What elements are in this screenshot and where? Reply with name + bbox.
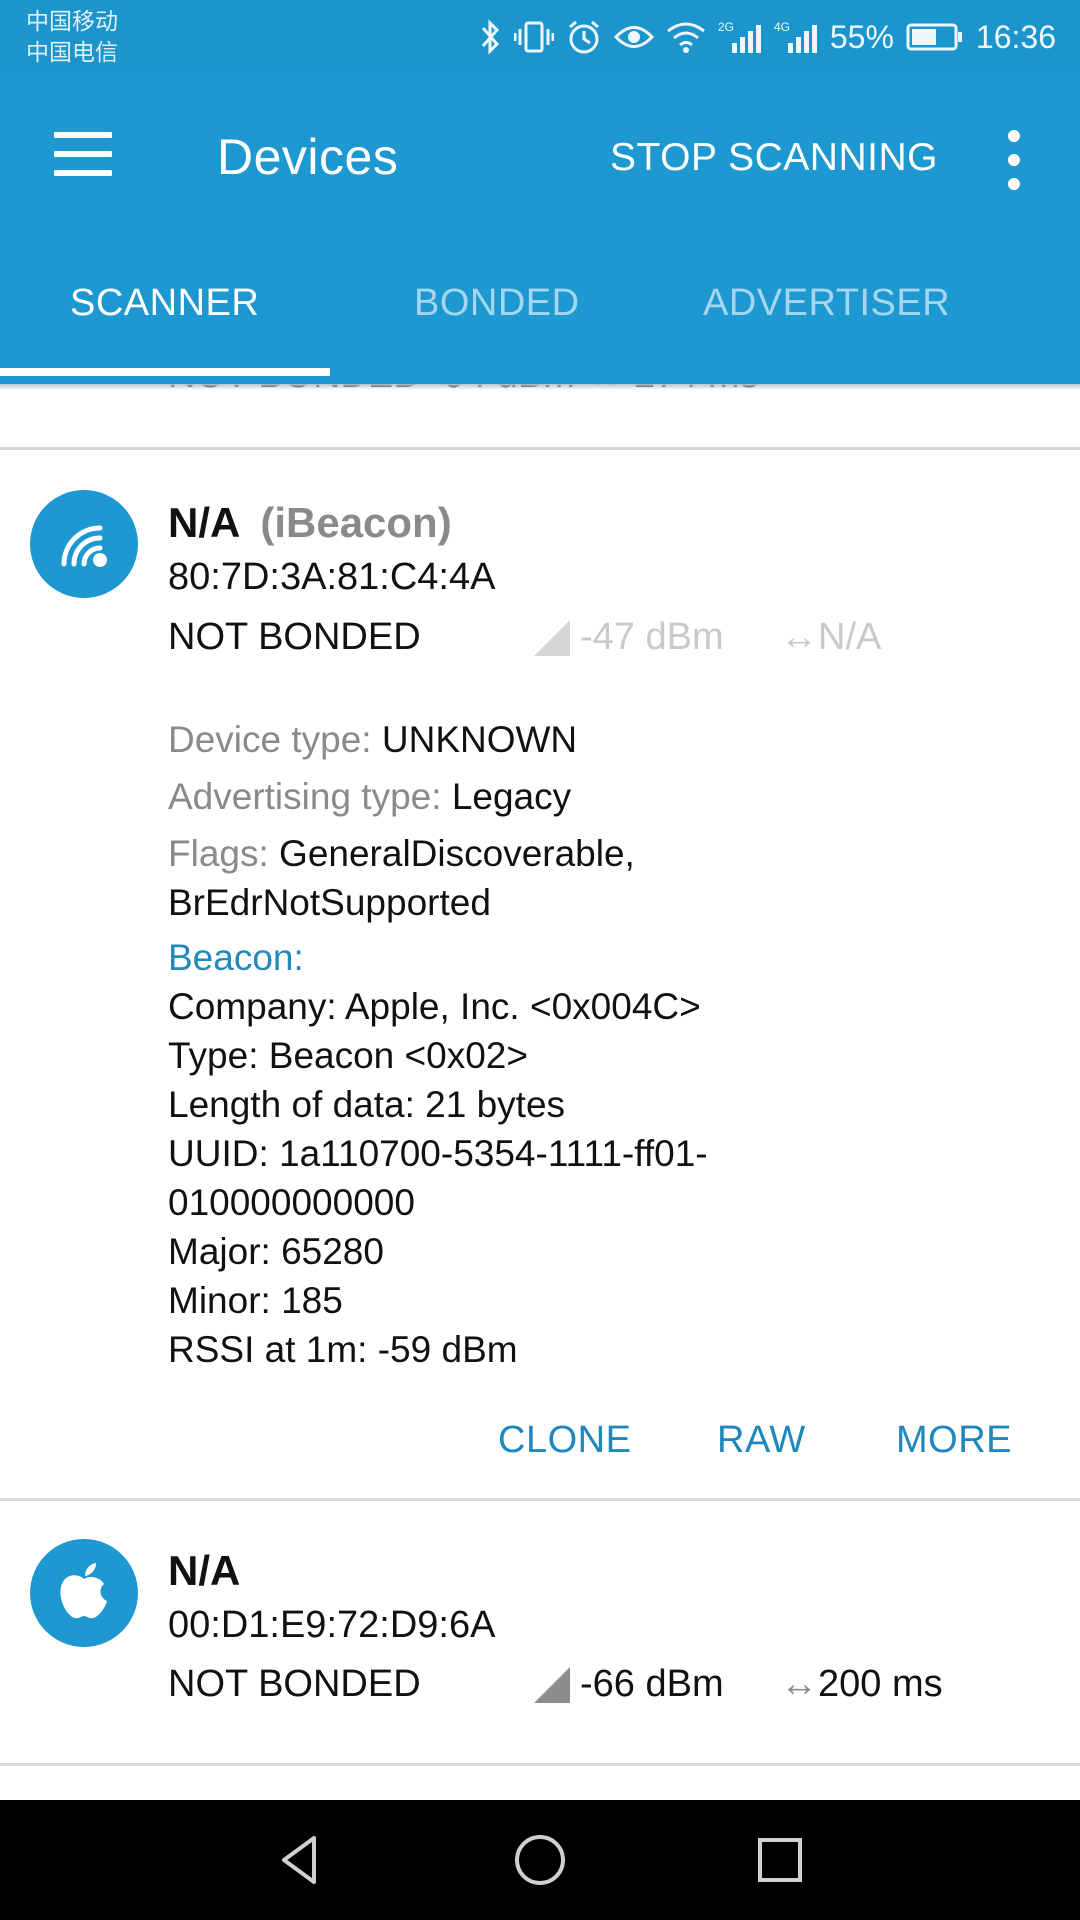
- status-icons: 2G 4G 55% 16:36: [480, 14, 1056, 60]
- tab-indicator: [0, 368, 330, 376]
- clone-button[interactable]: CLONE: [498, 1419, 631, 1462]
- device-status-row: NOT BONDED -47 dBm ↔N/A: [168, 616, 1068, 666]
- signal-strength-icon: [534, 1666, 570, 1703]
- device-row-partial[interactable]: NOT BONDED -94 dBm ↔ 274 ms: [0, 384, 1080, 450]
- home-button[interactable]: [510, 1830, 570, 1890]
- network-2g-label: 2G: [718, 20, 734, 34]
- menu-button[interactable]: [54, 132, 114, 192]
- system-nav-bar: [0, 1800, 1080, 1920]
- interval-arrows-icon: ↔: [780, 1663, 818, 1705]
- beacon-uuid-cont: 010000000000: [168, 1182, 415, 1223]
- device-status-row: NOT BONDED -66 dBm ↔200 ms: [168, 1663, 1068, 1713]
- signal-4g-icon: 4G: [774, 17, 818, 57]
- carrier-info: 中国移动 中国电信: [26, 6, 118, 68]
- battery-percent: 55%: [829, 18, 894, 55]
- device-card-ibeacon[interactable]: N/A (iBeacon) 80:7D:3A:81:C4:4A NOT BONDE…: [0, 453, 1080, 1498]
- rssi-text: -66 dBm: [580, 1663, 724, 1705]
- hamburger-icon: [54, 132, 112, 138]
- bond-status: NOT BONDED: [168, 616, 421, 658]
- back-button[interactable]: [270, 1830, 330, 1890]
- interval-value: ↔200 ms: [780, 1663, 943, 1706]
- stop-scanning-button[interactable]: STOP SCANNING: [610, 136, 938, 180]
- eye-icon: [613, 17, 654, 57]
- more-vert-icon: [1008, 130, 1020, 142]
- carrier-2: 中国电信: [26, 39, 118, 65]
- raw-button[interactable]: RAW: [717, 1419, 806, 1462]
- recents-icon: [758, 1838, 802, 1882]
- wifi-beacon-icon: [61, 525, 107, 567]
- device-address: 80:7D:3A:81:C4:4A: [168, 556, 496, 598]
- advertising-type-line: Advertising type: Legacy: [168, 776, 572, 817]
- overflow-menu-button[interactable]: [1000, 130, 1028, 190]
- interval-text: N/A: [818, 616, 882, 658]
- rssi-text: -47 dBm: [580, 616, 724, 658]
- more-button[interactable]: MORE: [896, 1419, 1012, 1462]
- app-bar: Devices STOP SCANNING SCANNER BONDED ADV…: [0, 72, 1080, 384]
- rssi-value: -66 dBm: [532, 1663, 724, 1706]
- signal-2g-icon: 2G: [718, 17, 762, 57]
- network-4g-label: 4G: [774, 20, 790, 34]
- beacon-company: Company: Apple, Inc. <0x004C>: [168, 986, 701, 1027]
- signal-strength-icon: [534, 619, 570, 656]
- device-avatar: [30, 1539, 138, 1647]
- page-title: Devices: [217, 129, 399, 185]
- device-name-text: N/A: [168, 499, 241, 546]
- tab-advertiser[interactable]: ADVERTISER: [703, 282, 950, 325]
- tab-scanner[interactable]: SCANNER: [70, 282, 259, 325]
- flags-line-2: BrEdrNotSupported: [168, 882, 491, 923]
- beacon-section-label: Beacon:: [168, 937, 304, 978]
- rssi-value: -47 dBm: [532, 616, 724, 659]
- back-icon: [282, 1836, 316, 1884]
- vibrate-icon: [513, 17, 554, 57]
- beacon-uuid: UUID: 1a110700-5354-1111-ff01-: [168, 1133, 708, 1174]
- device-card-apple[interactable]: N/A 00:D1:E9:72:D9:6A NOT BONDED -66 dBm…: [0, 1501, 1080, 1763]
- recents-button[interactable]: [750, 1830, 810, 1890]
- bond-status: NOT BONDED: [168, 1663, 421, 1705]
- device-type-line: Device type: UNKNOWN: [168, 719, 578, 760]
- list-divider: [0, 1763, 1080, 1766]
- beacon-length: Length of data: 21 bytes: [168, 1084, 566, 1125]
- apple-icon: [60, 1563, 107, 1619]
- carrier-1: 中国移动: [26, 8, 118, 34]
- device-details: Device type: UNKNOWN Advertising type: L…: [168, 715, 708, 1374]
- bluetooth-icon: [480, 17, 502, 57]
- status-bar: 中国移动 中国电信 2G 4G 55% 16:36: [0, 0, 1080, 72]
- battery-icon: [906, 17, 964, 57]
- wifi-icon: [666, 17, 706, 57]
- device-address: 00:D1:E9:72:D9:6A: [168, 1604, 496, 1646]
- clock: 16:36: [975, 18, 1056, 55]
- tab-bonded[interactable]: BONDED: [414, 282, 580, 325]
- interval-text: 200 ms: [818, 1663, 943, 1705]
- device-name: N/A (iBeacon): [168, 499, 452, 547]
- beacon-major: Major: 65280: [168, 1231, 384, 1272]
- tab-bar: SCANNER BONDED ADVERTISER: [0, 282, 1080, 362]
- device-name: N/A: [168, 1547, 241, 1594]
- interval-arrows-icon: ↔: [780, 616, 818, 658]
- device-actions: CLONE RAW MORE: [0, 1419, 1080, 1479]
- beacon-minor: Minor: 185: [168, 1280, 343, 1321]
- interval-value: ↔N/A: [780, 616, 881, 659]
- alarm-icon: [566, 17, 602, 57]
- device-avatar: [30, 490, 138, 598]
- app-bar-shadow: [0, 384, 1080, 390]
- beacon-rssi-1m: RSSI at 1m: -59 dBm: [168, 1329, 518, 1370]
- home-icon: [515, 1835, 565, 1885]
- beacon-type: Type: Beacon <0x02>: [168, 1035, 528, 1076]
- device-type-tag: (iBeacon): [260, 499, 452, 546]
- flags-line: Flags: GeneralDiscoverable,: [168, 833, 635, 874]
